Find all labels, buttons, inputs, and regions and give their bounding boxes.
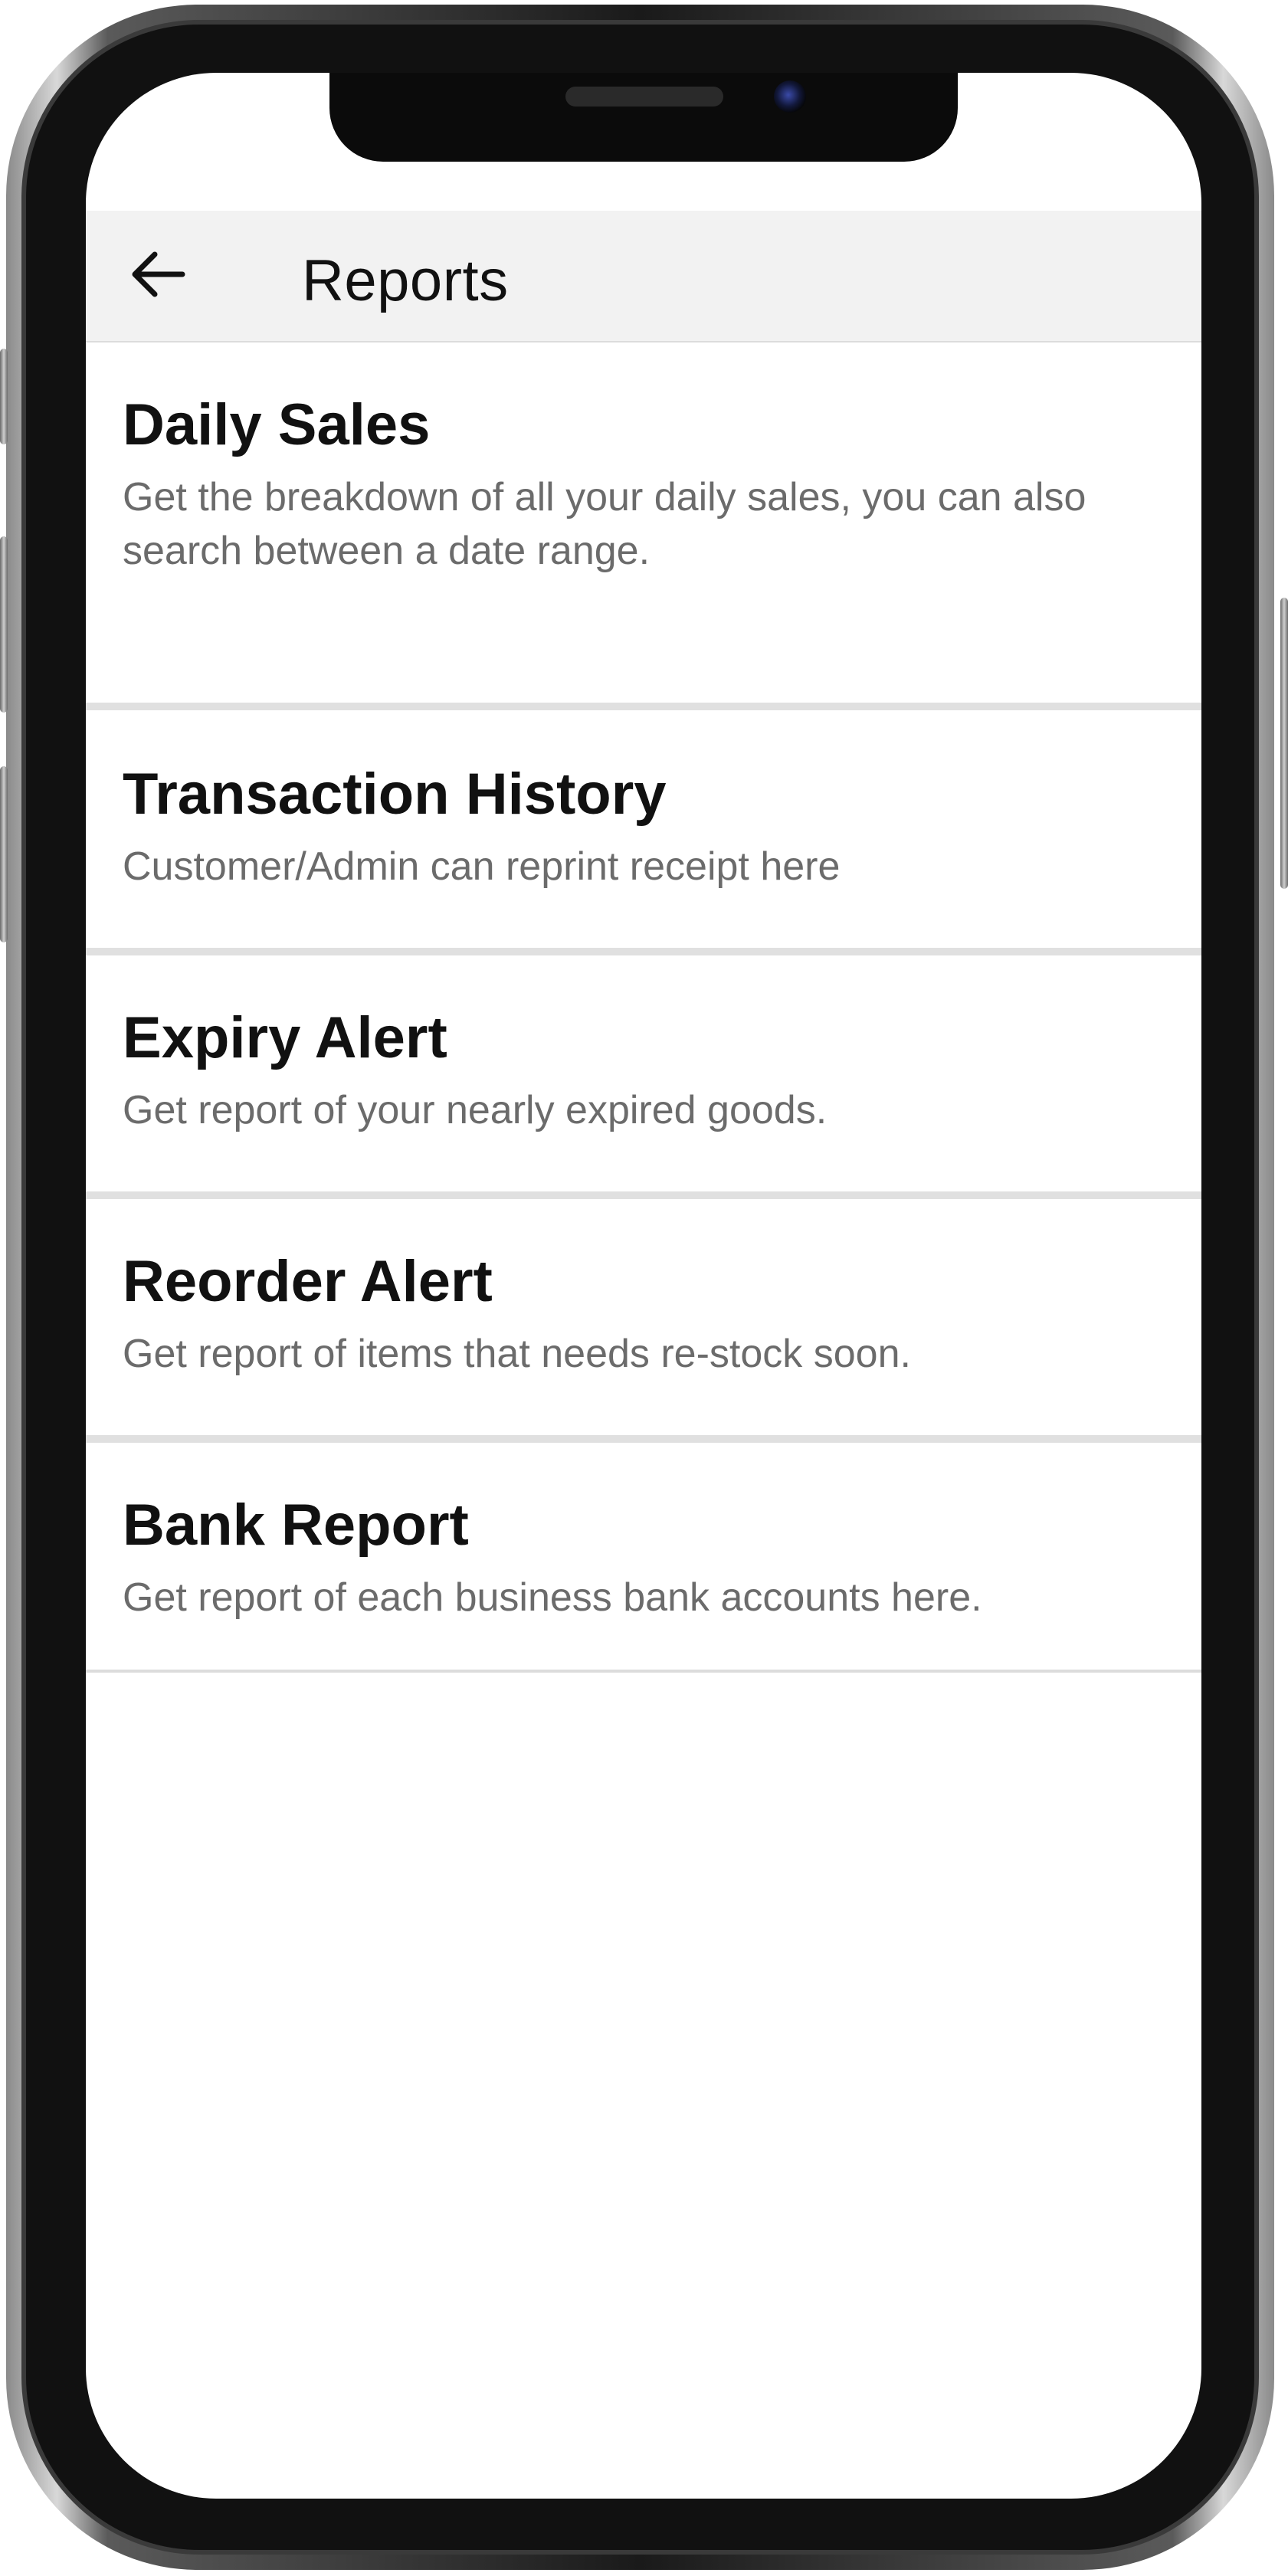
report-item-description: Get the breakdown of all your daily sale…: [123, 475, 1086, 574]
report-item-daily-sales[interactable]: Daily Sales Get the breakdown of all you…: [86, 342, 1201, 710]
reports-list: Daily Sales Get the breakdown of all you…: [86, 342, 1201, 1673]
volume-down-button: [0, 766, 8, 942]
power-button: [1280, 598, 1288, 889]
notch: [329, 73, 958, 162]
report-item-title: Expiry Alert: [123, 1005, 447, 1070]
arrow-left-icon: [132, 251, 185, 297]
report-item-expiry-alert[interactable]: Expiry Alert Get report of your nearly e…: [86, 955, 1201, 1199]
report-item-title: Reorder Alert: [123, 1249, 493, 1314]
volume-up-button: [0, 536, 8, 713]
back-button[interactable]: [123, 240, 192, 309]
report-item-title: Daily Sales: [123, 392, 431, 457]
report-item-title: Bank Report: [123, 1493, 469, 1558]
earpiece-speaker: [565, 87, 723, 107]
report-item-description: Get report of your nearly expired goods.: [123, 1088, 828, 1133]
report-item-bank-report[interactable]: Bank Report Get report of each business …: [86, 1443, 1201, 1673]
front-camera: [774, 80, 806, 113]
phone-screen: Reports Daily Sales Get the breakdown of…: [86, 73, 1201, 2499]
report-item-title: Transaction History: [123, 762, 667, 827]
mute-switch: [0, 349, 8, 444]
app-bar: Reports: [86, 211, 1201, 342]
report-item-reorder-alert[interactable]: Reorder Alert Get report of items that n…: [86, 1199, 1201, 1443]
report-item-description: Get report of items that needs re-stock …: [123, 1332, 911, 1377]
page-title: Reports: [302, 248, 509, 313]
report-item-description: Get report of each business bank account…: [123, 1575, 982, 1621]
report-item-transaction-history[interactable]: Transaction History Customer/Admin can r…: [86, 710, 1201, 955]
report-item-description: Customer/Admin can reprint receipt here: [123, 844, 841, 890]
